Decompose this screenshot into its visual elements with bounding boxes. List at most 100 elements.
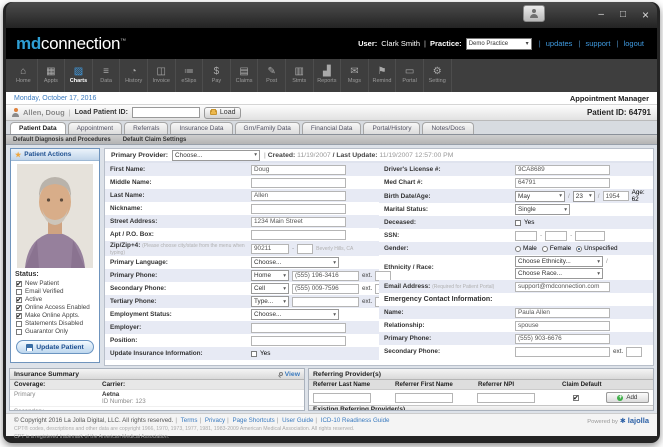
zip-input[interactable] <box>251 243 289 254</box>
header-link[interactable]: updates <box>536 39 576 48</box>
header-link[interactable]: logout <box>614 39 647 48</box>
secondary-phone-input[interactable] <box>292 283 359 294</box>
primary-provider-select[interactable]: Choose... <box>172 149 261 161</box>
radio-button[interactable] <box>576 245 583 252</box>
patient-actions-header[interactable]: ★ Patient Actions <box>11 149 99 161</box>
insurance-view-link[interactable]: View <box>278 371 300 378</box>
add-referrer-button[interactable]: + Add <box>605 392 649 403</box>
toolbar-item[interactable]: ⚑ Remind <box>369 59 397 92</box>
checkbox[interactable] <box>16 296 22 304</box>
toolbar-item[interactable]: ▨ Charts <box>65 59 93 92</box>
toolbar-item[interactable]: ▥ Stmts <box>286 59 314 92</box>
toolbar-item[interactable]: ≔ eSlips <box>176 59 204 92</box>
gender-radio-option[interactable]: Unspecified <box>576 245 618 252</box>
tab[interactable]: Grn/Family Data <box>234 122 300 134</box>
radio-button[interactable] <box>515 245 521 252</box>
tab[interactable]: Insurance Data <box>170 122 233 134</box>
status-checkbox-row[interactable]: Active <box>11 295 99 304</box>
toolbar-item[interactable]: ⌂ Home <box>10 59 38 92</box>
tab[interactable]: Notes/Docs <box>422 122 475 134</box>
footer-link[interactable]: ICD-10 Readiness Guide <box>313 417 390 424</box>
birth-day-select[interactable]: 23 <box>572 190 595 202</box>
status-checkbox-row[interactable]: Statements Disabled <box>11 319 99 327</box>
zip-plus4-input[interactable] <box>297 243 314 254</box>
primary-phone-type-select[interactable]: Home <box>251 270 289 281</box>
emergency-primary-phone-input[interactable] <box>515 333 610 344</box>
toolbar-item[interactable]: ◔ History <box>120 59 148 92</box>
ssn-part3-input[interactable] <box>575 230 606 241</box>
status-checkbox-row[interactable]: Guarantor Only <box>11 327 99 335</box>
footer-link[interactable]: Page Shortcuts <box>225 417 274 424</box>
secondary-phone-type-select[interactable]: Cell <box>251 283 289 294</box>
tertiary-phone-input[interactable] <box>292 296 359 307</box>
maximize-icon[interactable]: □ <box>620 10 626 20</box>
appointment-manager-label[interactable]: Appointment Manager <box>570 94 649 103</box>
header-link[interactable]: support <box>575 39 613 48</box>
checkbox[interactable] <box>16 304 22 312</box>
toolbar-item[interactable]: ⚙ Setting <box>424 59 452 92</box>
checkbox[interactable] <box>16 320 22 327</box>
email-input[interactable] <box>515 281 610 292</box>
update-patient-button[interactable]: Update Patient <box>16 340 94 354</box>
drivers-license-input[interactable] <box>515 164 610 175</box>
sub-link[interactable]: Default Diagnosis and Procedures <box>13 137 111 143</box>
sub-link[interactable]: Default Claim Settings <box>123 137 187 143</box>
status-checkbox-row[interactable]: Email Verified <box>11 287 99 295</box>
footer-link[interactable]: User Guide <box>275 417 313 424</box>
employer-input[interactable] <box>251 322 346 333</box>
tab[interactable]: Patient Data <box>10 122 66 134</box>
load-patient-id-input[interactable] <box>131 107 200 118</box>
marital-status-select[interactable]: Single <box>515 204 570 215</box>
referrer-first-name-input[interactable] <box>395 392 453 403</box>
tertiary-phone-type-select[interactable]: Type... <box>251 296 289 307</box>
street-address-input[interactable] <box>251 216 346 227</box>
checkbox[interactable] <box>16 328 22 335</box>
checkbox[interactable] <box>16 312 22 320</box>
footer-link[interactable]: Terms <box>173 417 198 424</box>
close-icon[interactable]: × <box>642 9 649 21</box>
toolbar-item[interactable]: ▭ Portal <box>396 59 424 92</box>
minimize-icon[interactable]: – <box>598 10 604 20</box>
toolbar-item[interactable]: ▟ Reports <box>314 59 342 92</box>
claim-default-checkbox[interactable] <box>573 394 579 402</box>
toolbar-item[interactable]: ▦ Appts <box>38 59 66 92</box>
emergency-name-input[interactable] <box>515 307 610 318</box>
tab[interactable]: Portal/History <box>363 122 421 134</box>
middle-name-input[interactable] <box>251 177 346 188</box>
practice-select[interactable]: Demo Practice <box>465 37 532 50</box>
status-checkbox-row[interactable]: New Patient <box>11 279 99 288</box>
load-button[interactable]: Load <box>203 106 242 119</box>
gender-radio-option[interactable]: Female <box>541 245 571 252</box>
ssn-part1-input[interactable] <box>515 230 537 241</box>
employment-status-select[interactable]: Choose... <box>251 309 339 320</box>
referrer-npi-input[interactable] <box>477 392 535 403</box>
toolbar-item[interactable]: ▤ Claims <box>231 59 259 92</box>
toolbar-item[interactable]: $ Pay <box>203 59 231 92</box>
emergency-secondary-phone-ext-input[interactable] <box>626 346 643 357</box>
status-checkbox-row[interactable]: Make Online Appts. <box>11 311 99 320</box>
current-date-link[interactable]: Monday, October 17, 2016 <box>14 95 96 102</box>
status-checkbox-row[interactable]: Online Access Enabled <box>11 303 99 312</box>
last-name-input[interactable] <box>251 190 346 201</box>
referrer-last-name-input[interactable] <box>313 392 371 403</box>
position-input[interactable] <box>251 335 346 346</box>
apt-po-box-input[interactable] <box>251 229 346 240</box>
toolbar-item[interactable]: ✎ Post <box>258 59 286 92</box>
checkbox[interactable] <box>16 288 22 295</box>
birth-month-select[interactable]: May <box>515 190 565 202</box>
toolbar-item[interactable]: ◫ Invoice <box>148 59 176 92</box>
toolbar-item[interactable]: ≡ Data <box>93 59 121 92</box>
update-insurance-checkbox[interactable] <box>251 350 257 357</box>
first-name-input[interactable] <box>251 164 346 175</box>
emergency-secondary-phone-input[interactable] <box>515 346 610 357</box>
toolbar-item[interactable]: ✉ Msgs <box>341 59 369 92</box>
ethnicity-select[interactable]: Choose Ethnicity... <box>515 256 603 267</box>
med-chart-input[interactable] <box>515 177 610 188</box>
checkbox[interactable] <box>16 280 22 288</box>
footer-link[interactable]: Privacy <box>198 417 225 424</box>
tab[interactable]: Appointment <box>67 122 123 134</box>
tab[interactable]: Referrals <box>124 122 169 134</box>
deceased-checkbox[interactable] <box>515 219 521 226</box>
gender-radio-option[interactable]: Male <box>515 245 537 252</box>
birth-year-input[interactable] <box>602 191 629 201</box>
